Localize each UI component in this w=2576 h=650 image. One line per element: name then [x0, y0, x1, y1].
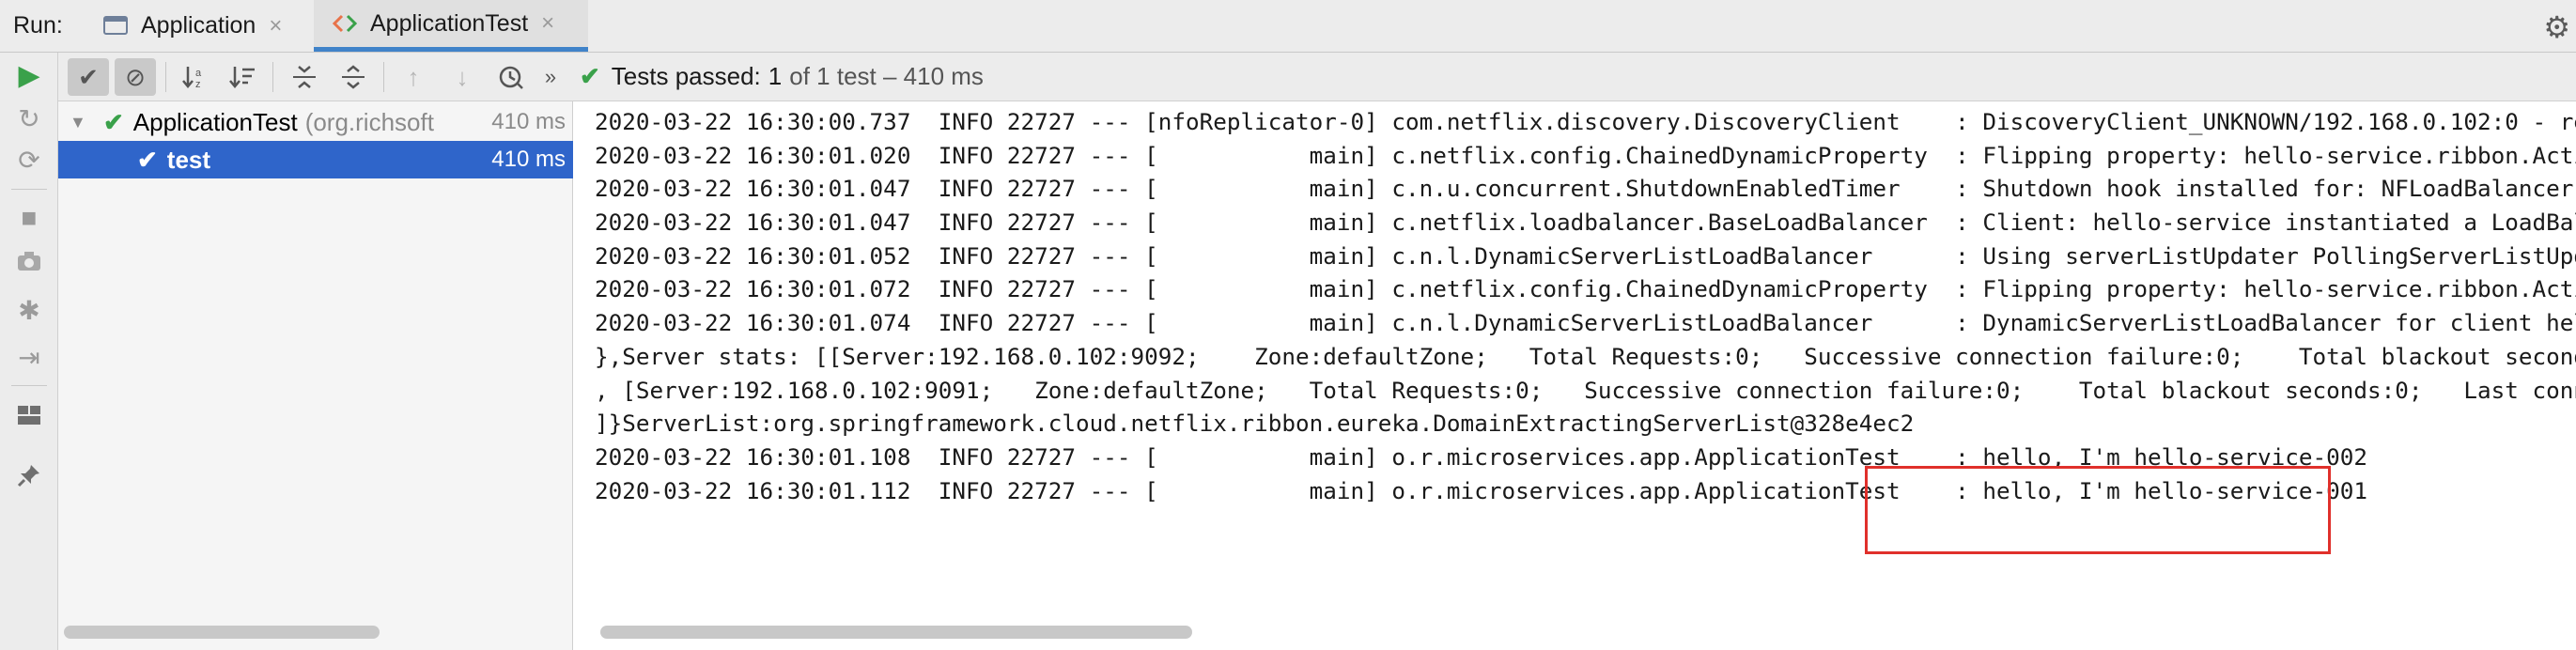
- debug-icon[interactable]: ✱: [0, 289, 58, 331]
- left-run-toolbar: ▶ ↻ ⟳ ■ ✱ ⇥: [0, 53, 58, 650]
- pin-icon[interactable]: [0, 455, 58, 496]
- console-line: 2020-03-22 16:30:01.047 INFO 22727 --- […: [595, 175, 2576, 203]
- more-actions-icon[interactable]: »: [537, 58, 564, 96]
- sort-alphabetically-icon[interactable]: az: [175, 58, 216, 96]
- svg-text:a: a: [195, 68, 202, 79]
- tab-applicationtest[interactable]: ApplicationTest ×: [314, 0, 588, 52]
- test-results-tree: ▼ ✔ ApplicationTest (org.richsoft 410 ms…: [58, 101, 573, 650]
- sort-by-duration-icon[interactable]: [222, 58, 263, 96]
- divider: [165, 62, 166, 92]
- divider: [383, 62, 384, 92]
- status-suffix: of 1 test – 410 ms: [789, 62, 984, 90]
- previous-failed-icon[interactable]: ↑: [393, 58, 434, 96]
- passed-check-icon: ✔: [137, 145, 158, 174]
- gear-icon[interactable]: ⚙: [2543, 9, 2570, 45]
- status-prefix: Tests passed:: [611, 62, 761, 90]
- console-output[interactable]: 2020-03-22 16:30:00.737 INFO 22727 --- […: [574, 101, 2576, 650]
- stop-icon[interactable]: ■: [0, 197, 58, 239]
- application-config-icon: [103, 15, 130, 38]
- tree-row-applicationtest[interactable]: ▼ ✔ ApplicationTest (org.richsoft 410 ms: [58, 103, 573, 141]
- test-history-icon[interactable]: [490, 58, 532, 96]
- divider: [11, 385, 47, 386]
- expand-all-icon[interactable]: [284, 58, 325, 96]
- divider: [11, 189, 47, 190]
- run-tab-bar: Run: Application × ApplicationTest × ⚙: [0, 0, 2576, 53]
- console-line: },Server stats: [[Server:192.168.0.102:9…: [595, 342, 2576, 370]
- console-line: 2020-03-22 16:30:01.074 INFO 22727 --- […: [595, 309, 2576, 337]
- chevron-down-icon[interactable]: ▼: [70, 113, 86, 132]
- camera-icon[interactable]: [0, 240, 58, 282]
- console-line: 2020-03-22 16:30:01.052 INFO 22727 --- […: [595, 241, 2576, 270]
- rerun-icon[interactable]: ▶: [0, 54, 58, 96]
- run-label: Run:: [13, 12, 63, 39]
- console-line: 2020-03-22 16:30:01.072 INFO 22727 --- […: [595, 275, 2576, 303]
- toggle-auto-test-icon[interactable]: ⟳: [0, 139, 58, 180]
- import-icon[interactable]: ⇥: [0, 336, 58, 378]
- passed-check-icon: ✔: [103, 107, 124, 136]
- next-failed-icon[interactable]: ↓: [442, 58, 483, 96]
- collapse-all-icon[interactable]: [333, 58, 374, 96]
- tab-label: ApplicationTest: [370, 9, 529, 37]
- divider: [272, 62, 273, 92]
- tree-row-package: (org.richsoft: [304, 107, 434, 136]
- console-line: 2020-03-22 16:30:01.047 INFO 22727 --- […: [595, 209, 2576, 237]
- tree-row-label: ApplicationTest: [132, 107, 298, 136]
- tree-row-duration: 410 ms: [491, 109, 566, 134]
- tab-label: Application: [141, 12, 256, 39]
- console-line: ]}ServerList:org.springframework.cloud.n…: [595, 410, 1915, 438]
- tree-row-duration: 410 ms: [491, 147, 566, 172]
- tab-application[interactable]: Application ×: [100, 0, 301, 52]
- horizontal-scrollbar[interactable]: [64, 626, 380, 639]
- console-line: 2020-03-22 16:30:01.020 INFO 22727 --- […: [595, 141, 2576, 169]
- test-toolbar: ✔ ⊘ az ↑ ↓ » ✔ Tests passed: 1 of 1 test…: [58, 53, 2576, 101]
- horizontal-scrollbar[interactable]: [600, 626, 1192, 639]
- console-line: , [Server:192.168.0.102:9091; Zone:defau…: [595, 376, 2576, 404]
- tree-row-test[interactable]: ✔ test 410 ms: [58, 141, 573, 178]
- show-passed-icon[interactable]: ✔: [68, 58, 109, 96]
- console-line: 2020-03-22 16:30:00.737 INFO 22727 --- […: [595, 108, 2576, 135]
- status-count: 1: [768, 62, 783, 90]
- highlight-annotation-box: [1865, 466, 2331, 554]
- test-config-icon: [332, 12, 359, 35]
- svg-text:z: z: [195, 79, 201, 89]
- rerun-failed-icon[interactable]: ↻: [0, 98, 58, 139]
- layout-icon[interactable]: [0, 395, 58, 436]
- show-ignored-icon[interactable]: ⊘: [115, 58, 156, 96]
- close-icon[interactable]: ×: [541, 10, 554, 37]
- close-icon[interactable]: ×: [269, 13, 282, 39]
- passed-check-icon: ✔: [580, 62, 600, 90]
- test-status: ✔ Tests passed: 1 of 1 test – 410 ms: [580, 62, 984, 91]
- tree-row-label: test: [166, 145, 211, 174]
